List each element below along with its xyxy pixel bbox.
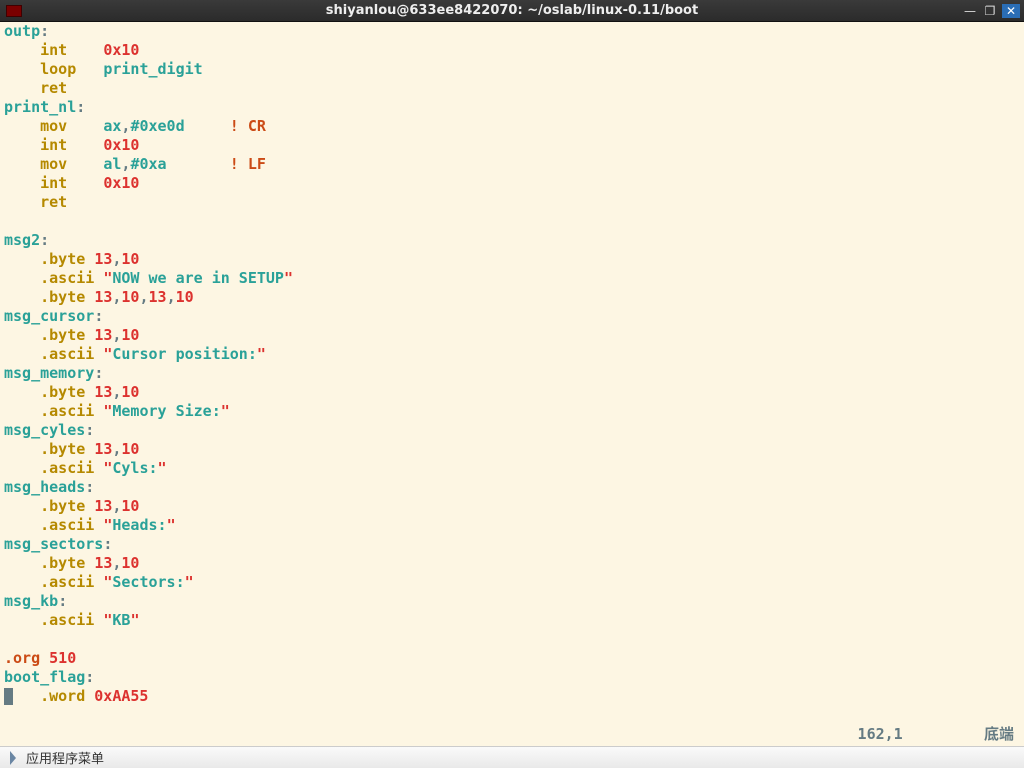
dir-byte: .byte [40, 288, 85, 306]
byte-val: 13 [94, 383, 112, 401]
string-memory: Memory Size: [112, 402, 220, 420]
quote: " [130, 611, 139, 629]
label-msg-cyles: msg_cyles [4, 421, 85, 439]
dir-ascii: .ascii [40, 459, 94, 477]
byte-val: 13 [149, 288, 167, 306]
byte-val: 13 [94, 554, 112, 572]
dir-ascii: .ascii [40, 345, 94, 363]
op-loop: loop [40, 60, 76, 78]
close-button[interactable]: ✕ [1002, 4, 1020, 18]
byte-val: 13 [94, 440, 112, 458]
string-cursor: Cursor position: [112, 345, 257, 363]
dir-org: .org [4, 649, 40, 667]
byte-val: 10 [121, 326, 139, 344]
byte-val: 10 [121, 288, 139, 306]
label-boot-flag: boot_flag [4, 668, 85, 686]
label-msg-kb: msg_kb [4, 592, 58, 610]
applications-menu-label: 应用程序菜单 [26, 748, 104, 767]
dir-ascii: .ascii [40, 573, 94, 591]
reg-ax: ax [103, 117, 121, 135]
byte-val: 13 [94, 497, 112, 515]
quote: " [158, 459, 167, 477]
byte-val: 10 [121, 497, 139, 515]
string-cyls: Cyls: [112, 459, 157, 477]
dir-byte: .byte [40, 554, 85, 572]
byte-val: 10 [121, 440, 139, 458]
dir-ascii: .ascii [40, 516, 94, 534]
dir-ascii: .ascii [40, 402, 94, 420]
label-msg-cursor: msg_cursor [4, 307, 94, 325]
comment-cr: ! CR [230, 117, 266, 135]
byte-val: 10 [121, 554, 139, 572]
reg-al: al [103, 155, 121, 173]
label-print-nl: print_nl [4, 98, 76, 116]
applications-menu-button[interactable]: 应用程序菜单 [0, 747, 114, 768]
string-heads: Heads: [112, 516, 166, 534]
byte-val: 10 [176, 288, 194, 306]
vim-statusline: 162,1 底端 [858, 725, 1014, 744]
op-int: int [40, 41, 67, 59]
word-val: 0xAA55 [94, 687, 148, 705]
label-msg-heads: msg_heads [4, 478, 85, 496]
op-ret: ret [40, 79, 67, 97]
label-msg2: msg2 [4, 231, 40, 249]
window-title: shiyanlou@633ee8422070: ~/oslab/linux-0.… [0, 3, 1024, 18]
op-int: int [40, 174, 67, 192]
vim-cursor [4, 688, 13, 705]
imm-val: #0xa [130, 155, 166, 173]
label-outp: outp [4, 22, 40, 40]
byte-val: 13 [94, 250, 112, 268]
code-content: outp: int 0x10 loop print_digit ret prin… [4, 22, 293, 706]
dir-ascii: .ascii [40, 611, 94, 629]
string-sectors: Sectors: [112, 573, 184, 591]
file-position: 底端 [984, 725, 1014, 743]
minimize-button[interactable]: — [962, 4, 978, 18]
arg-print-digit: print_digit [103, 60, 202, 78]
byte-val: 13 [94, 288, 112, 306]
op-int: int [40, 136, 67, 154]
dir-byte: .byte [40, 440, 85, 458]
byte-val: 10 [121, 383, 139, 401]
quote: " [284, 269, 293, 287]
window-titlebar: shiyanlou@633ee8422070: ~/oslab/linux-0.… [0, 0, 1024, 22]
dir-byte: .byte [40, 497, 85, 515]
imm-val: #0xe0d [130, 117, 184, 135]
arg-0x10: 0x10 [103, 136, 139, 154]
op-mov: mov [40, 155, 67, 173]
org-val: 510 [49, 649, 76, 667]
quote: " [221, 402, 230, 420]
dir-word: .word [40, 687, 85, 705]
op-ret: ret [40, 193, 67, 211]
arg-0x10: 0x10 [103, 174, 139, 192]
terminal-icon [6, 5, 22, 17]
label-msg-memory: msg_memory [4, 364, 94, 382]
string-kb: KB [112, 611, 130, 629]
quote: " [257, 345, 266, 363]
dir-byte: .byte [40, 326, 85, 344]
string-setup: NOW we are in SETUP [112, 269, 284, 287]
dir-ascii: .ascii [40, 269, 94, 287]
desktop-taskbar: 应用程序菜单 [0, 746, 1024, 768]
quote: " [185, 573, 194, 591]
quote: " [167, 516, 176, 534]
dir-byte: .byte [40, 383, 85, 401]
dir-byte: .byte [40, 250, 85, 268]
terminal-area[interactable]: outp: int 0x10 loop print_digit ret prin… [0, 22, 1024, 746]
byte-val: 13 [94, 326, 112, 344]
op-mov: mov [40, 117, 67, 135]
comment-lf: ! LF [230, 155, 266, 173]
cursor-position: 162,1 [858, 725, 903, 743]
label-msg-sectors: msg_sectors [4, 535, 103, 553]
byte-val: 10 [121, 250, 139, 268]
maximize-button[interactable]: ❐ [982, 4, 998, 18]
xfce-logo-icon [10, 751, 20, 765]
window-controls: — ❐ ✕ [962, 4, 1024, 18]
arg-0x10: 0x10 [103, 41, 139, 59]
